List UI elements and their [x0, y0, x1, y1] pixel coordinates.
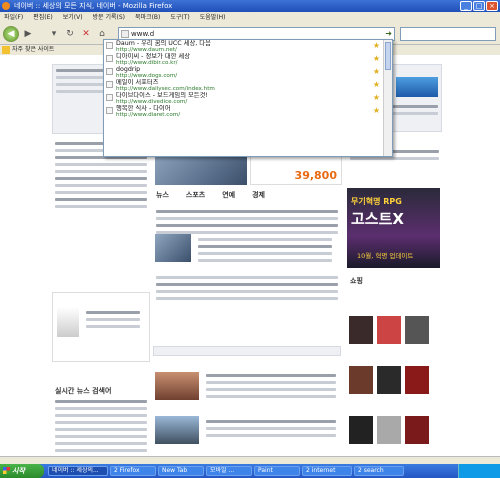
autocomplete-url: http://www.diaret.com/ [116, 112, 181, 118]
bookmark-most-visited[interactable]: 자주 찾은 사이트 [12, 46, 54, 53]
windows-logo-icon [3, 467, 10, 474]
news-list [153, 206, 341, 336]
shopping-panel: 쇼핑 [347, 276, 440, 456]
mini-book-panel [52, 292, 150, 362]
site-favicon-icon [106, 55, 113, 62]
search-box[interactable] [400, 27, 496, 41]
news-bar [153, 346, 341, 356]
window-title: 네이버 :: 세상의 모든 지식, 네이버 - Mozilla Firefox [14, 2, 173, 10]
bookmark-star-icon: ★ [372, 54, 380, 63]
autocomplete-item[interactable]: 다이브다이스 - 보드게임의 모든것! http://www.divedice.… [104, 92, 392, 105]
menu-bar: 파일(F) 편집(E) 보기(V) 방문 기록(S) 북마크(B) 도구(T) … [0, 12, 500, 23]
menu-edit[interactable]: 편집(E) [33, 12, 53, 23]
tab-sports[interactable]: 스포츠 [183, 190, 205, 200]
dropdown-scrollbar[interactable] [383, 40, 392, 156]
taskbar-item[interactable]: 네이버 :: 세상의... [48, 466, 108, 476]
bookmark-star-icon: ★ [372, 67, 380, 76]
taskbar-item[interactable]: 2 internet [302, 466, 352, 476]
realtime-search-list: 실시간 뉴스 검색어 [52, 386, 150, 456]
maximize-button[interactable]: □ [473, 1, 485, 11]
game-ad-line3: 10월, 혁명 업데이트 [357, 252, 414, 260]
site-favicon-icon [106, 107, 113, 114]
address-value: www.d [131, 30, 155, 38]
site-favicon-icon [106, 68, 113, 75]
site-favicon-icon [106, 42, 113, 49]
address-autocomplete-dropdown: Daum - 우리 꿈의 UCC 세상, 다음 http://www.daum.… [103, 39, 393, 157]
bookmark-star-icon: ★ [372, 41, 380, 50]
autocomplete-item[interactable]: Daum - 우리 꿈의 UCC 세상, 다음 http://www.daum.… [104, 40, 392, 53]
tab-entertainment[interactable]: 연예 [219, 190, 235, 200]
status-bar [0, 456, 500, 464]
autocomplete-item[interactable]: dogdrip http://www.dogs.com/ ★ [104, 66, 392, 79]
taskbar: 시작 네이버 :: 세상의... 2 Firefox New Tab 모바일 .… [0, 464, 500, 478]
menu-file[interactable]: 파일(F) [4, 12, 23, 23]
menu-bookmarks[interactable]: 북마크(B) [135, 12, 160, 23]
dropdown-history-icon[interactable]: ▾ [48, 28, 60, 40]
realtime-search-title: 실시간 뉴스 검색어 [55, 387, 112, 395]
menu-history[interactable]: 방문 기록(S) [93, 12, 125, 23]
window-controls: _ □ × [460, 1, 498, 11]
page-favicon [121, 30, 129, 38]
bookmark-star-icon: ★ [372, 93, 380, 102]
game-ad-banner[interactable]: 무기혁명 RPG 고스트X 10월, 혁명 업데이트 [347, 188, 440, 268]
taskbar-item[interactable]: 2 Firefox [110, 466, 156, 476]
autocomplete-title: 디아이씨 - 정보가 대한 세상 [116, 53, 191, 60]
minimize-button[interactable]: _ [460, 1, 472, 11]
taskbar-item[interactable]: Paint [254, 466, 300, 476]
shopping-title: 쇼핑 [350, 277, 363, 285]
tab-economy[interactable]: 경제 [249, 190, 265, 200]
taskbar-item[interactable]: New Tab [158, 466, 204, 476]
start-button[interactable]: 시작 [0, 464, 44, 478]
back-button[interactable]: ◀ [3, 26, 19, 42]
autocomplete-title: 다이브다이스 - 보드게임의 모든것! [116, 92, 208, 99]
autocomplete-title: 메일이 서포터즈 [116, 79, 159, 86]
game-ad-line2: 고스트X [351, 210, 404, 228]
tab-news[interactable]: 뉴스 [153, 190, 169, 200]
autocomplete-title: 행복한 식사 - 다이어 [116, 105, 171, 112]
site-favicon-icon [106, 94, 113, 101]
bookmark-star-icon: ★ [372, 106, 380, 115]
forward-button[interactable]: ▶ [22, 28, 34, 40]
taskbar-item[interactable]: 모바일 ... [206, 466, 252, 476]
menu-tools[interactable]: 도구(T) [170, 12, 189, 23]
news-tabs: 뉴스 스포츠 연예 경제 [153, 190, 341, 200]
bookmark-star-icon: ★ [372, 80, 380, 89]
autocomplete-item[interactable]: 행복한 식사 - 다이어 http://www.diaret.com/ ★ [104, 105, 392, 118]
system-tray [458, 464, 500, 478]
autocomplete-item[interactable]: 디아이씨 - 정보가 대한 세상 http://www.dibir.co.kr/… [104, 53, 392, 66]
taskbar-item[interactable]: 2 search [354, 466, 404, 476]
ad-price: 39,800 [294, 169, 337, 182]
lower-news [153, 362, 341, 456]
autocomplete-title: dogdrip [116, 66, 141, 73]
start-label: 시작 [12, 467, 25, 475]
firefox-icon [2, 2, 10, 10]
window-titlebar: 네이버 :: 세상의 모든 지식, 네이버 - Mozilla Firefox … [0, 0, 500, 12]
bookmark-icon [2, 46, 10, 54]
menu-view[interactable]: 보기(V) [63, 12, 83, 23]
autocomplete-item[interactable]: 메일이 서포터즈 http://www.dailysec.com/index.h… [104, 79, 392, 92]
close-button[interactable]: × [486, 1, 498, 11]
stop-icon[interactable]: ✕ [80, 28, 92, 40]
game-ad-line1: 무기혁명 RPG [351, 197, 402, 206]
reload-icon[interactable]: ↻ [64, 28, 76, 40]
menu-help[interactable]: 도움말(H) [200, 12, 226, 23]
site-favicon-icon [106, 81, 113, 88]
autocomplete-title: Daum - 우리 꿈의 UCC 세상, 다음 [116, 40, 211, 47]
scrollbar-thumb[interactable] [385, 42, 391, 70]
